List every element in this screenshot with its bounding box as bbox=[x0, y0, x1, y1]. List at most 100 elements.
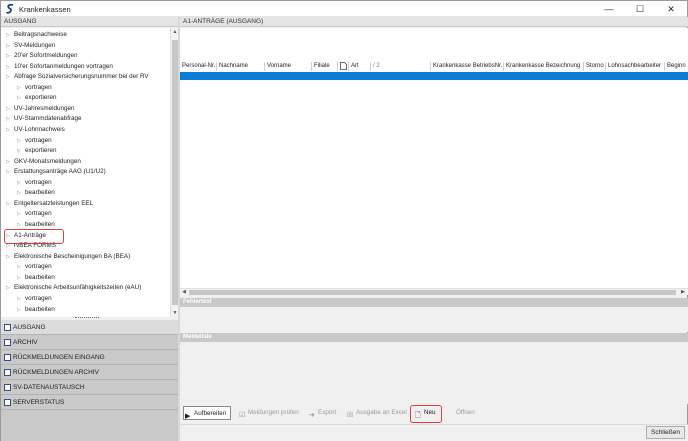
play-icon: ▶ bbox=[185, 413, 191, 420]
expand-arrow-icon[interactable]: ▷ bbox=[17, 305, 21, 315]
column-kk-bezeichnung[interactable]: Krankenkasse Bezeichnung bbox=[504, 62, 584, 71]
table-row-selected[interactable] bbox=[180, 72, 688, 80]
close-icon: ✕ bbox=[667, 3, 675, 14]
tree-item-eau[interactable]: ▷ Elektronische Arbeitsunfähigkeitszeiten… bbox=[6, 283, 141, 293]
nav-ausgang[interactable]: AUSGANG bbox=[1, 320, 178, 335]
outbox-icon bbox=[4, 324, 11, 331]
expand-arrow-icon[interactable]: ▷ bbox=[6, 114, 10, 124]
tree-item-bearbeiten[interactable]: ▷ bearbeiten bbox=[17, 188, 55, 198]
tree-item-vortragen[interactable]: ▷ vortragen bbox=[17, 294, 52, 304]
tree-item-abfrage-sv-nummer[interactable]: ▷ Abfrage Sozialversicherungsnummer bei d… bbox=[6, 72, 149, 82]
aufbereiten-button[interactable]: ▶ Aufbereiten bbox=[183, 406, 232, 420]
expand-arrow-icon[interactable]: ▷ bbox=[17, 262, 21, 272]
column-document-icon[interactable] bbox=[338, 62, 349, 71]
export-button[interactable]: ➜ Export bbox=[308, 406, 336, 420]
expand-arrow-icon[interactable]: ▷ bbox=[6, 62, 10, 72]
expand-arrow-icon[interactable]: ▷ bbox=[6, 283, 10, 293]
tree-item-vortragen[interactable]: ▷ vortragen bbox=[17, 83, 52, 93]
tree-item-10er-sofortanmeldungen[interactable]: ▷ 10'er Sofortanmeldungen vortragen bbox=[6, 62, 113, 72]
error-text-area bbox=[180, 307, 688, 332]
minimize-button[interactable]: — bbox=[594, 1, 624, 17]
tree-item-bearbeiten[interactable]: ▷ bearbeiten bbox=[17, 305, 55, 315]
expand-arrow-icon[interactable]: ▷ bbox=[17, 294, 21, 304]
tree-item-vortragen[interactable]: ▷ vortragen bbox=[17, 178, 52, 188]
expand-arrow-icon[interactable]: ▷ bbox=[17, 146, 21, 156]
scroll-left-icon[interactable]: ◀ bbox=[180, 289, 188, 296]
document-icon bbox=[340, 62, 347, 70]
neu-highlight bbox=[410, 405, 442, 423]
message-list-area bbox=[180, 342, 688, 404]
expand-arrow-icon[interactable]: ▷ bbox=[6, 104, 10, 114]
scrollbar-thumb[interactable] bbox=[189, 290, 676, 295]
expand-arrow-icon[interactable]: ▷ bbox=[17, 83, 21, 93]
app-window: Krankenkassen — ☐ ✕ AUSGANG ▷ Beitragsnac… bbox=[0, 0, 688, 441]
column-kk-betriebsnr[interactable]: Krankenkasse BetriebsNr. bbox=[431, 62, 504, 71]
column-personal-nr[interactable]: Personal-Nr. bbox=[180, 62, 217, 71]
expand-arrow-icon[interactable]: ▷ bbox=[6, 51, 10, 61]
selection-highlight bbox=[4, 229, 64, 244]
tree-item-exportieren[interactable]: ▷ exportieren bbox=[17, 146, 57, 156]
meldungen-pruefen-button[interactable]: ☑ Meldungen prüfen bbox=[238, 406, 299, 420]
tree-item-vortragen[interactable]: ▷ vortragen bbox=[17, 262, 52, 272]
column-lohnsachbearbeiter[interactable]: Lohnsachbearbeiter bbox=[606, 62, 665, 71]
tree-item-erstattungsantraege[interactable]: ▷ Erstattungsanträge AAG (U1/U2) bbox=[6, 167, 106, 177]
archive-icon bbox=[4, 339, 11, 346]
title-bar: Krankenkassen — ☐ ✕ bbox=[1, 1, 687, 17]
expand-arrow-icon[interactable]: ▷ bbox=[6, 199, 10, 209]
resize-grip[interactable] bbox=[75, 317, 99, 319]
tree-item-vortragen[interactable]: ▷ vortragen bbox=[17, 209, 52, 219]
tree-item-sv-meldungen[interactable]: ▷ SV-Meldungen bbox=[6, 41, 55, 51]
nav-serverstatus[interactable]: SERVERSTATUS bbox=[1, 395, 178, 410]
oeffnen-button[interactable]: Öffnen bbox=[446, 406, 475, 420]
close-window-button[interactable]: ✕ bbox=[656, 1, 686, 17]
column-beginn[interactable]: Beginn bbox=[665, 62, 688, 71]
expand-arrow-icon[interactable]: ▷ bbox=[6, 167, 10, 177]
tree-scrollbar[interactable]: ▲ ▼ bbox=[170, 28, 178, 317]
expand-arrow-icon[interactable]: ▷ bbox=[17, 209, 21, 219]
expand-arrow-icon[interactable]: ▷ bbox=[6, 157, 10, 167]
nav-rueckmeldungen-archiv[interactable]: RÜCKMELDUNGEN ARCHIV bbox=[1, 365, 178, 380]
expand-arrow-icon[interactable]: ▷ bbox=[17, 178, 21, 188]
column-art[interactable]: Art bbox=[349, 62, 371, 71]
tree-item-bearbeiten[interactable]: ▷ bearbeiten bbox=[17, 273, 55, 283]
column-vorname[interactable]: Vorname bbox=[265, 62, 312, 71]
inbox-icon bbox=[4, 354, 11, 361]
nav-archiv[interactable]: ARCHIV bbox=[1, 335, 178, 350]
column-filiale[interactable]: Filiale bbox=[312, 62, 338, 71]
column-storno[interactable]: Storno bbox=[584, 62, 606, 71]
expand-arrow-icon[interactable]: ▷ bbox=[17, 93, 21, 103]
minimize-icon: — bbox=[604, 4, 614, 14]
expand-arrow-icon[interactable]: ▷ bbox=[6, 72, 10, 82]
app-logo-icon bbox=[6, 4, 14, 14]
grid-horizontal-scrollbar[interactable]: ◀ ▶ bbox=[180, 288, 688, 295]
tree-item-uv-lohnnachweis[interactable]: ▷ UV-Lohnnachweis bbox=[6, 125, 65, 135]
expand-arrow-icon[interactable]: ▷ bbox=[6, 252, 10, 262]
expand-arrow-icon[interactable]: ▷ bbox=[17, 273, 21, 283]
tree-item-eel[interactable]: ▷ Entgeltersatzleistungen EEL bbox=[6, 199, 93, 209]
tree-item-uv-stammdatenabfrage[interactable]: ▷ UV-Stammdatenabfrage bbox=[6, 114, 82, 124]
tree-item-20er-sofortmeldungen[interactable]: ▷ 20'er Sofortmeldungen bbox=[6, 51, 78, 61]
tree-item-exportieren[interactable]: ▷ exportieren bbox=[17, 93, 57, 103]
expand-arrow-icon[interactable]: ▷ bbox=[6, 30, 10, 40]
expand-arrow-icon[interactable]: ▷ bbox=[17, 136, 21, 146]
close-button[interactable]: Schließen bbox=[646, 426, 685, 439]
arrow-right-icon: ➜ bbox=[309, 412, 315, 419]
expand-arrow-icon[interactable]: ▷ bbox=[6, 125, 10, 135]
left-pane-header: AUSGANG bbox=[1, 17, 178, 27]
nav-sv-datenaustausch[interactable]: SV-DATENAUSTAUSCH bbox=[1, 380, 178, 395]
column-nachname[interactable]: Nachname bbox=[217, 62, 265, 71]
nav-rueckmeldungen-eingang[interactable]: RÜCKMELDUNGEN EINGANG bbox=[1, 350, 178, 365]
tree-item-vortragen[interactable]: ▷ vortragen bbox=[17, 136, 52, 146]
tree-item-uv-jahresmeldungen[interactable]: ▷ UV-Jahresmeldungen bbox=[6, 104, 75, 114]
expand-arrow-icon[interactable]: ▷ bbox=[6, 41, 10, 51]
maximize-button[interactable]: ☐ bbox=[625, 1, 655, 17]
tree-item-gkv-monatsmeldungen[interactable]: ▷ GKV-Monatsmeldungen bbox=[6, 157, 81, 167]
nav-panel: AUSGANG ARCHIV RÜCKMELDUNGEN EINGANG RÜC… bbox=[1, 320, 178, 441]
expand-arrow-icon[interactable]: ▷ bbox=[17, 188, 21, 198]
tree-item-bea[interactable]: ▷ Elektronische Bescheinigungen BA (BEA) bbox=[6, 252, 130, 262]
bottom-bar bbox=[180, 424, 688, 441]
tree-item-beitragsnachweise[interactable]: ▷ Beitragsnachweise bbox=[6, 30, 67, 40]
scroll-right-icon[interactable]: ▶ bbox=[679, 289, 687, 296]
excel-export-button[interactable]: ☒ Ausgabe an Excel bbox=[346, 406, 407, 420]
maximize-icon: ☐ bbox=[635, 3, 645, 14]
